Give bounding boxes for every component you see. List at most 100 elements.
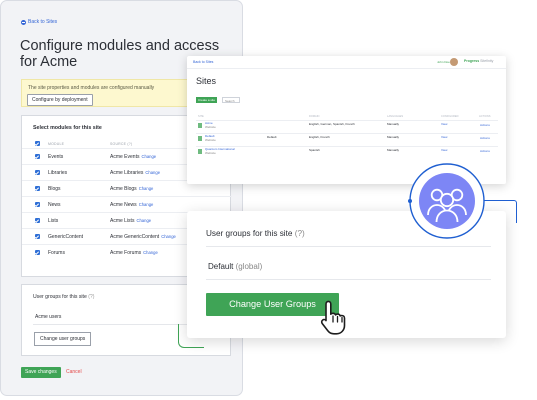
site-configured: Manually [387, 121, 400, 126]
checkbox-checked-icon[interactable] [35, 170, 40, 175]
help-icon[interactable]: (?) [88, 294, 94, 300]
checkbox-checked-icon[interactable] [35, 186, 40, 191]
site-row: Quantum International Website Spanish Manua… [196, 146, 498, 158]
site-languages: English, French [309, 134, 330, 139]
configured-header: CONFIGURED [441, 115, 459, 118]
site-languages: Spanish [309, 147, 320, 152]
module-name: GenericContent [48, 234, 84, 240]
module-name: Lists [48, 218, 59, 224]
module-column-header: MODULE [48, 142, 65, 146]
module-name: Blogs [48, 186, 61, 192]
cancel-link[interactable]: Cancel [66, 369, 82, 375]
default-group-scope: (global) [235, 262, 263, 271]
change-source-link[interactable]: Change [139, 186, 154, 191]
logo-main: Progress [464, 59, 480, 63]
module-source-value: Acme News [110, 202, 137, 208]
change-source-link[interactable]: Change [161, 234, 176, 239]
view-link[interactable]: View [441, 122, 447, 127]
site-header: SITE [198, 115, 204, 118]
back-to-sites-link[interactable]: Back to Sites [21, 19, 57, 25]
view-link[interactable]: View [441, 135, 447, 140]
module-source-value: Acme Events [110, 154, 140, 160]
create-site-button[interactable]: Create a site [196, 97, 218, 103]
checkbox-checked-icon[interactable] [35, 250, 40, 255]
module-source: Acme Events Change [110, 154, 156, 160]
site-type: Website [205, 150, 216, 155]
change-source-link[interactable]: Change [139, 202, 154, 207]
site-icon [198, 149, 202, 154]
site-configured: Manually [387, 147, 400, 152]
checkbox-checked-icon[interactable] [35, 154, 40, 159]
ug-card-title-text: User groups for this site [206, 229, 293, 238]
module-name: News [48, 202, 61, 208]
module-source: Acme Lists Change [110, 218, 151, 224]
site-name[interactable]: Default Website [205, 134, 216, 142]
site-name[interactable]: Quantum International Website [205, 147, 235, 155]
module-source: Acme Libraries Change [110, 170, 160, 176]
site-name[interactable]: Acme Website [205, 121, 216, 129]
user-groups-title: User groups for this site (?) [33, 294, 94, 300]
modules-title: Select modules for this site [33, 125, 102, 131]
pointing-hand-icon [320, 300, 346, 335]
divider [206, 246, 491, 247]
source-column-header: SOURCE (?) [110, 142, 133, 146]
back-circle-icon [21, 19, 26, 25]
configure-by-deployment-button[interactable]: Configure by deployment [27, 94, 93, 106]
default-group: Default (global) [208, 262, 262, 271]
checkbox-checked-icon[interactable] [35, 202, 40, 207]
change-source-link[interactable]: Change [145, 170, 160, 175]
back-to-sites-label: Back to Sites [28, 19, 58, 25]
domain-header: DOMAIN [309, 115, 320, 118]
site-domain: Default [267, 134, 277, 139]
view-link[interactable]: View [441, 148, 447, 153]
divider [206, 279, 491, 280]
site-configured: Manually [387, 134, 400, 139]
change-user-groups-button[interactable]: Change user groups [34, 332, 92, 346]
site-type: Website [205, 124, 216, 129]
checkbox-checked-icon [35, 141, 40, 146]
change-source-link[interactable]: Change [143, 250, 158, 255]
current-user[interactable]: John Doe [437, 60, 450, 64]
sites-back-link[interactable]: Back to Sites [193, 60, 213, 64]
notice-text: The site properties and modules are conf… [28, 85, 155, 91]
logo: Progress Sitefinity [464, 59, 493, 63]
module-source-value: Acme Forums [110, 250, 142, 256]
sites-search-input[interactable]: Search [222, 97, 240, 103]
module-source-value: Acme Lists [110, 218, 135, 224]
module-source: Acme GenericContent Change [110, 234, 176, 240]
module-source: Acme Forums Change [110, 250, 158, 256]
module-name: Forums [48, 250, 65, 256]
site-icon [198, 136, 202, 141]
actions-menu[interactable]: Actions [480, 123, 490, 127]
user-group-icon [408, 163, 485, 239]
user-groups-title-text: User groups for this site [33, 294, 87, 300]
languages-header: LANGUAGES [387, 115, 404, 118]
site-languages: English, German, Spanish, French [309, 121, 355, 126]
module-source-value: Acme Blogs [110, 186, 137, 192]
module-source: Acme Blogs Change [110, 186, 153, 192]
site-icon [198, 123, 202, 128]
ug-card-title: User groups for this site (?) [206, 229, 305, 238]
logo-sub: Sitefinity [479, 59, 494, 63]
site-type: Website [205, 137, 216, 142]
help-icon[interactable]: (?) [295, 229, 305, 238]
checkbox-checked-icon[interactable] [35, 234, 40, 239]
actions-header: ACTIONS [479, 115, 491, 118]
change-source-link[interactable]: Change [136, 218, 151, 223]
module-source-value: Acme Libraries [110, 170, 144, 176]
save-changes-button[interactable]: Save changes [21, 367, 61, 378]
actions-menu[interactable]: Actions [480, 149, 490, 153]
site-row: Default Website Default English, French Manu… [196, 133, 498, 145]
checkbox-checked-icon[interactable] [35, 218, 40, 223]
module-name: Libraries [48, 170, 68, 176]
change-source-link[interactable]: Change [141, 154, 156, 159]
sites-title: Sites [196, 76, 217, 86]
module-source-value: Acme GenericContent [110, 234, 160, 240]
site-row: Acme Website English, German, Spanish, Fre… [196, 120, 498, 132]
default-group-label: Default [208, 262, 234, 271]
actions-menu[interactable]: Actions [480, 136, 490, 140]
module-name: Events [48, 154, 64, 160]
avatar[interactable] [450, 58, 458, 66]
user-group-value: Acme users [35, 314, 62, 320]
sites-topbar: Back to Sites John Doe Progress Sitefini… [187, 56, 506, 69]
